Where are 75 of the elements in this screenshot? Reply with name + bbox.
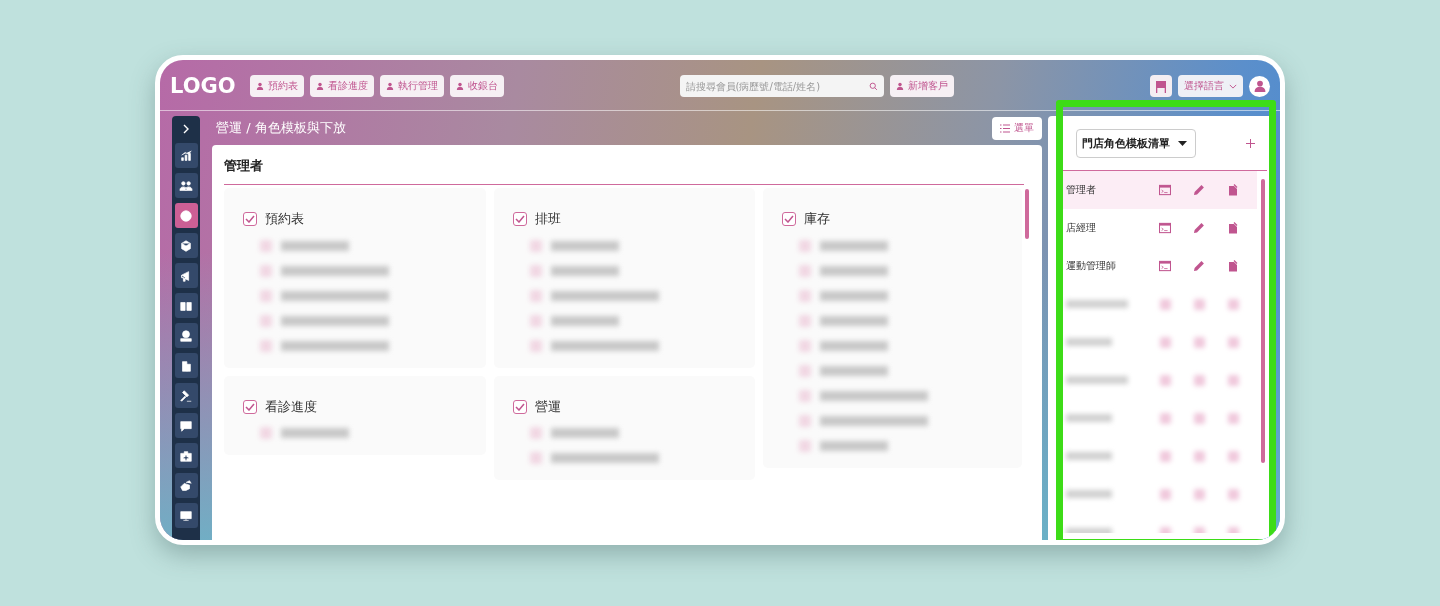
chat-icon [179, 418, 193, 433]
chevron-down-icon [1229, 83, 1237, 89]
checkbox[interactable] [513, 399, 527, 414]
add-customer-button[interactable]: 新增客戶 [889, 75, 954, 97]
pencil-icon[interactable] [1193, 260, 1205, 272]
sidebar-item[interactable] [174, 293, 198, 318]
group-label: 看診進度 [265, 397, 317, 416]
checkbox[interactable] [513, 212, 527, 226]
flag-icon [1155, 79, 1167, 93]
sidebar-item[interactable] [174, 203, 198, 228]
person-icon [895, 82, 904, 90]
group-label: 營運 [535, 397, 561, 416]
file-icon[interactable] [1227, 184, 1239, 196]
nav-button[interactable]: 收銀台 [449, 75, 504, 97]
card-icon[interactable] [1159, 260, 1171, 272]
sidebar-item[interactable] [174, 443, 198, 468]
scrollbar[interactable] [1261, 179, 1265, 463]
file-icon[interactable] [1227, 222, 1239, 234]
sidebar-item[interactable] [174, 473, 198, 498]
sidebar-item[interactable] [174, 383, 198, 408]
pencil-icon[interactable] [1193, 222, 1205, 234]
cube-icon [179, 238, 193, 253]
sidebar-item[interactable] [174, 143, 198, 168]
nav-button[interactable]: 看診進度 [309, 75, 374, 97]
nav-button[interactable]: 預約表 [249, 75, 304, 97]
file-icon[interactable] [1227, 260, 1239, 272]
scrollbar[interactable] [1025, 189, 1029, 239]
sidebar-item[interactable] [174, 263, 198, 288]
sidebar-item[interactable] [174, 323, 198, 348]
card-icon[interactable] [1159, 222, 1171, 234]
person-icon [315, 82, 324, 90]
money-icon [179, 328, 193, 343]
gavel-icon [179, 388, 193, 403]
checkbox[interactable] [243, 399, 257, 414]
person-icon [1253, 80, 1266, 92]
logo: LOGO [170, 74, 236, 98]
card-icon[interactable] [1159, 184, 1171, 196]
search-icon [868, 81, 878, 91]
search-field[interactable]: 請搜尋會員(病歷號/電話/姓名) [679, 75, 884, 97]
list-icon [1000, 123, 1010, 133]
medkit-icon [179, 448, 193, 463]
menu-button[interactable]: 選單 [992, 116, 1042, 140]
avatar-button[interactable] [1249, 75, 1270, 97]
caret-icon [1178, 141, 1187, 146]
template-name: 運動管理師 [1066, 259, 1117, 273]
template-name: 店經理 [1066, 221, 1097, 235]
template-dropdown[interactable]: 門店角色模板清單 [1076, 129, 1196, 158]
template-row[interactable]: 運動管理師 [1062, 247, 1259, 285]
sidebar-item[interactable] [174, 503, 198, 528]
person-icon [455, 82, 464, 90]
template-row[interactable]: 店經理 [1062, 209, 1259, 247]
group-label: 排班 [535, 210, 561, 228]
nav-button[interactable]: 執行管理 [379, 75, 444, 97]
pencil-icon[interactable] [1193, 184, 1205, 196]
sidebar-item[interactable] [174, 413, 198, 438]
add-button[interactable] [1246, 139, 1255, 148]
person-icon [255, 82, 264, 90]
sidebar-item[interactable] [174, 233, 198, 258]
chart-icon [179, 148, 193, 163]
breadcrumb: 營運 / 角色模板與下放 [216, 119, 346, 137]
template-name: 管理者 [1066, 183, 1097, 197]
flag-button[interactable] [1150, 75, 1172, 97]
group-label: 預約表 [265, 210, 304, 228]
sidebar-item[interactable] [174, 353, 198, 378]
group-label: 庫存 [804, 210, 830, 228]
screen-icon [179, 508, 193, 523]
sidebar-item[interactable] [174, 173, 198, 198]
people-icon [179, 178, 193, 193]
chevron-right-icon [182, 124, 190, 134]
role-title: 管理者 [224, 145, 1024, 185]
person-icon [385, 82, 394, 90]
checkbox[interactable] [243, 212, 257, 226]
language-dropdown[interactable]: 選擇語言 [1178, 75, 1243, 97]
checkbox[interactable] [782, 212, 796, 226]
template-row[interactable]: 管理者 [1062, 171, 1257, 209]
